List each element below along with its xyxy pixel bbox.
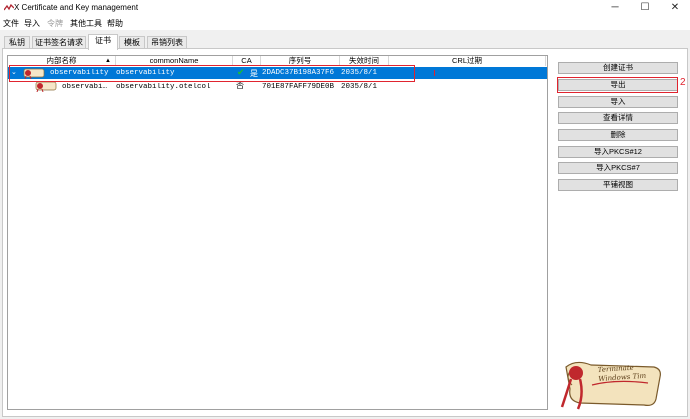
flat-view-button[interactable]: 平铺视图 xyxy=(558,179,678,191)
import-pkcs7-button[interactable]: 导入PKCS#7 xyxy=(558,162,678,174)
minimize-button[interactable]: ─ xyxy=(600,0,630,16)
row-serial: 701E87FAFF79DE0B xyxy=(262,83,335,91)
menu-extra-tools[interactable]: 其他工具 xyxy=(70,18,102,29)
window-title: X Certificate and Key management xyxy=(14,3,139,12)
menu-bar: 文件 导入 令牌 其他工具 帮助 xyxy=(0,16,690,30)
close-button[interactable]: ✕ xyxy=(660,0,690,16)
tab-certificates[interactable]: 证书 xyxy=(88,34,118,50)
row-internal-name: observabi… xyxy=(62,83,108,91)
menu-file[interactable]: 文件 xyxy=(3,18,19,29)
menu-help[interactable]: 帮助 xyxy=(107,18,123,29)
create-certificate-button[interactable]: 创建证书 xyxy=(558,62,678,74)
row-common-name: observability.otelcol xyxy=(116,83,211,91)
annotation-number: 2 xyxy=(680,77,686,88)
app-icon xyxy=(4,4,14,11)
annotation-highlight-export xyxy=(557,77,678,93)
import-pkcs12-button[interactable]: 导入PKCS#12 xyxy=(558,146,678,158)
menu-token[interactable]: 令牌 xyxy=(47,18,63,29)
annotation-highlight-row xyxy=(9,65,415,82)
view-details-button[interactable]: 查看详情 xyxy=(558,112,678,124)
annotation-mark xyxy=(434,70,435,76)
title-bar: X Certificate and Key management ─ ☐ ✕ xyxy=(0,0,690,16)
delete-button[interactable]: 删除 xyxy=(558,129,678,141)
certificate-tree[interactable] xyxy=(7,55,548,410)
row-expiry: 2035/8/1 xyxy=(341,83,378,91)
menu-import[interactable]: 导入 xyxy=(24,18,40,29)
import-button[interactable]: 导入 xyxy=(558,96,678,108)
maximize-button[interactable]: ☐ xyxy=(630,0,660,16)
